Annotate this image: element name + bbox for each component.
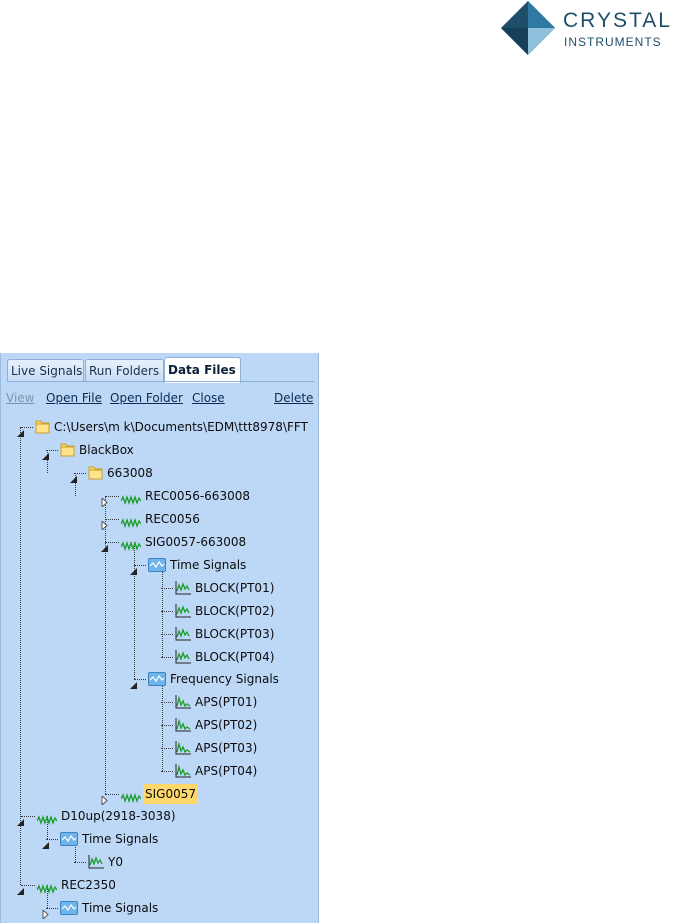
spectrum-icon	[175, 764, 191, 784]
tree-node-label: BLOCK(PT02)	[195, 604, 275, 618]
tree-node-label: Y0	[108, 855, 123, 869]
open-folder-link[interactable]: Open Folder	[110, 391, 183, 405]
expand-arrow-icon[interactable]	[100, 492, 109, 509]
open-file-link[interactable]: Open File	[46, 391, 102, 405]
tab-divider	[7, 381, 314, 382]
tree-node-label: D10up(2918-3038)	[61, 809, 176, 823]
folder-icon	[88, 464, 103, 486]
signal-group-icon	[60, 832, 78, 852]
chart-icon	[88, 855, 104, 875]
tree-node-label: Time Signals	[170, 558, 247, 572]
logo-diamond-icon	[501, 1, 555, 55]
spectrum-icon	[175, 718, 191, 738]
signal-wave-icon	[120, 491, 142, 511]
signal-wave-icon	[120, 514, 142, 534]
tree-node-label: Frequency Signals	[170, 672, 279, 686]
logo-text-instruments: INSTRUMENTS	[564, 35, 662, 49]
tab-run-folders[interactable]: Run Folders	[85, 359, 164, 381]
tree-connector-stub	[161, 634, 173, 635]
expand-arrow-icon[interactable]	[100, 515, 109, 532]
tree-connector-stub	[161, 702, 173, 703]
tab-data-files[interactable]: Data Files	[164, 357, 241, 383]
delete-link[interactable]: Delete	[274, 391, 313, 405]
close-link[interactable]: Close	[192, 391, 225, 405]
tree-node-label: BLOCK(PT03)	[195, 627, 275, 641]
tree-connector-stub	[161, 657, 173, 658]
collapse-arrow-icon[interactable]	[16, 423, 25, 437]
folder-icon	[60, 441, 75, 463]
spectrum-icon	[175, 741, 191, 761]
chart-icon	[175, 581, 191, 601]
collapse-arrow-icon[interactable]	[41, 446, 50, 460]
collapse-arrow-icon[interactable]	[129, 561, 138, 575]
logo-text-crystal: CRYSTAL	[563, 9, 672, 32]
signal-group-icon	[148, 558, 166, 578]
tree-node-label: REC0056-663008	[145, 489, 250, 503]
signal-wave-icon	[36, 880, 58, 900]
tree-node-label: 663008	[107, 466, 153, 480]
tree-node-label: BLOCK(PT04)	[195, 650, 275, 664]
tree-node-label: SIG0057-663008	[145, 535, 247, 549]
tree-node-label: BlackBox	[79, 443, 134, 457]
tree-connector-stub	[161, 748, 173, 749]
collapse-arrow-icon[interactable]	[129, 675, 138, 689]
signal-wave-icon	[36, 811, 58, 831]
crystal-instruments-logo: CRYSTAL INSTRUMENTS	[499, 0, 675, 56]
chart-icon	[175, 650, 191, 670]
tree-node-label: APS(PT01)	[195, 695, 258, 709]
tree-node-label: REC2350	[61, 878, 116, 892]
tree-node-label: C:\Users\m k\Documents\EDM\ttt8978\FFT	[54, 420, 308, 434]
view-link[interactable]: View	[6, 391, 34, 405]
collapse-arrow-icon[interactable]	[16, 881, 25, 895]
tree-node-label: APS(PT02)	[195, 718, 258, 732]
tree-connector-stub	[74, 862, 86, 863]
chart-icon	[175, 604, 191, 624]
tree-node-label: Time Signals	[82, 901, 159, 915]
collapse-arrow-icon[interactable]	[16, 812, 25, 826]
tree-connector-stub	[161, 725, 173, 726]
chart-icon	[175, 627, 191, 647]
signal-wave-icon	[120, 537, 142, 557]
tree-node-label: Time Signals	[82, 832, 159, 846]
spectrum-icon	[175, 695, 191, 715]
signal-group-icon	[148, 672, 166, 692]
collapse-arrow-icon[interactable]	[69, 469, 78, 483]
toolbar: View Open File Open Folder Close Delete	[6, 391, 315, 409]
collapse-arrow-icon[interactable]	[100, 538, 109, 552]
tree-connector-stub	[161, 588, 173, 589]
tab-live-signals[interactable]: Live Signals	[7, 359, 84, 381]
signal-group-icon	[60, 901, 78, 921]
tree-node-label: APS(PT04)	[195, 764, 258, 778]
expand-arrow-icon[interactable]	[100, 790, 109, 807]
tree-node-label: REC0056	[145, 512, 200, 526]
folder-icon	[35, 418, 50, 440]
collapse-arrow-icon[interactable]	[41, 835, 50, 849]
data-files-panel: Live Signals Run Folders Data Files View…	[0, 353, 319, 923]
tree-connector-stub	[161, 771, 173, 772]
expand-arrow-icon[interactable]	[41, 904, 50, 921]
tree-node-label: APS(PT03)	[195, 741, 258, 755]
tree-node-label: BLOCK(PT01)	[195, 581, 275, 595]
tree-node-label: SIG0057	[143, 784, 198, 804]
tree-connector-stub	[161, 611, 173, 612]
